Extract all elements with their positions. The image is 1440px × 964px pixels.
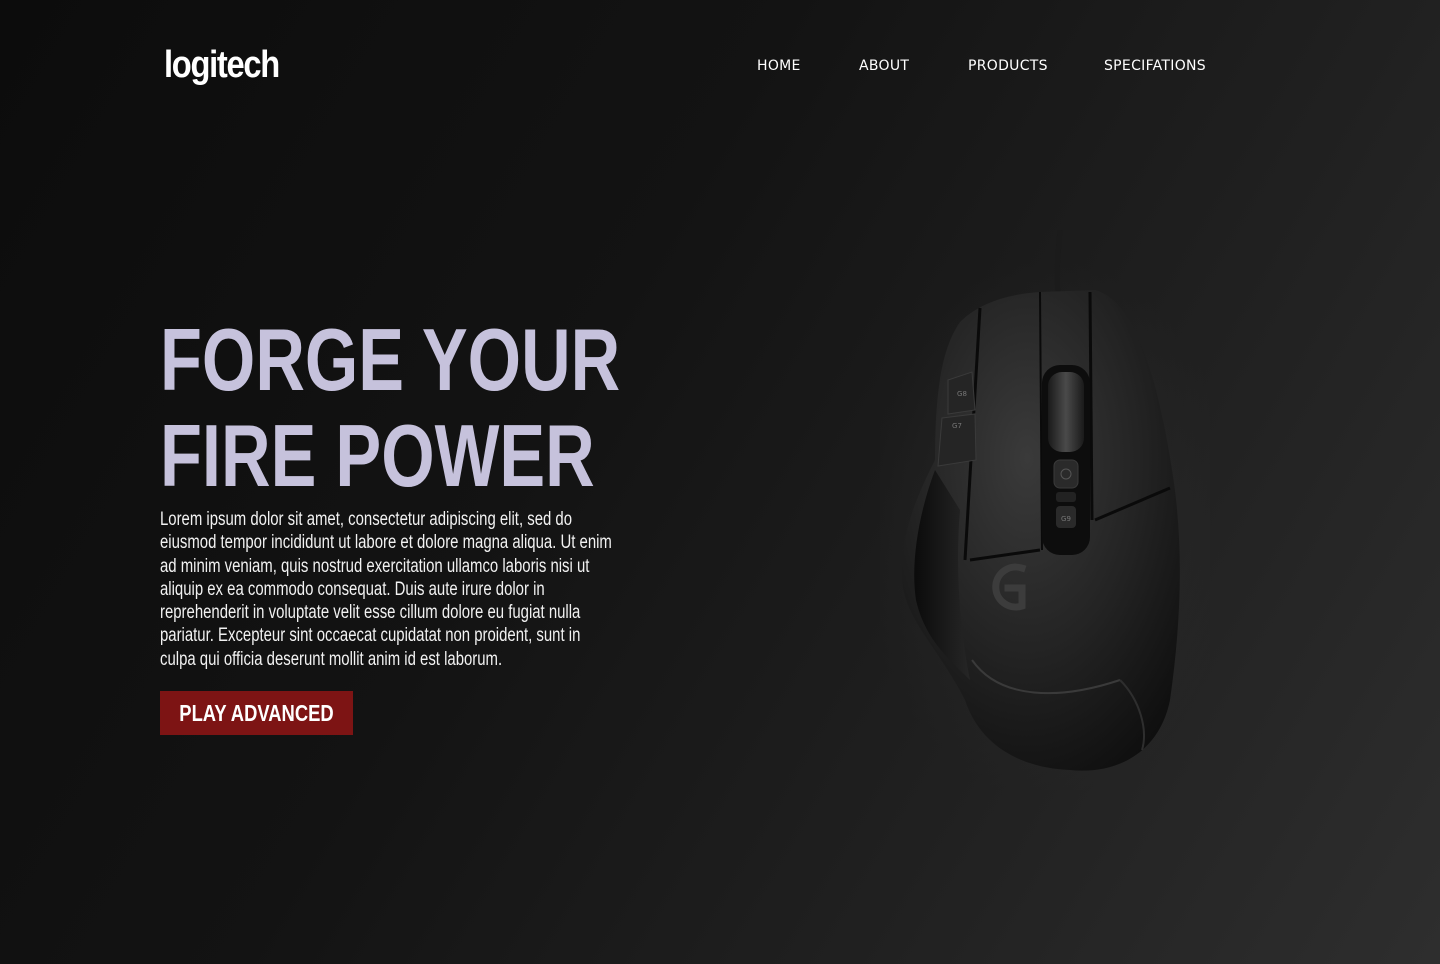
dpi-button [1053,459,1079,489]
mode-button [1056,492,1076,502]
mouse-seam-right [1088,291,1094,521]
g7-label: G7 [952,422,962,430]
play-advanced-label: PLAY ADVANCED [179,699,334,726]
hero-title: FORGE YOUR FIRE POWER [160,312,620,504]
scroll-wheel [1048,372,1084,452]
g9-label: G9 [1061,515,1071,523]
hero-description: Lorem ipsum dolor sit amet, consectetur … [160,509,612,670]
nav-about-link[interactable]: ABOUT [859,56,909,76]
main-nav: HOME ABOUT PRODUCTS SPECIFATIONS [0,56,1440,76]
hero-title-line-1: FORGE YOUR [160,310,621,409]
play-advanced-button[interactable]: PLAY ADVANCED [160,691,353,735]
g8-label: G8 [957,390,967,398]
nav-home-link[interactable]: HOME [757,56,801,76]
gaming-mouse-image: G9 G8 G7 [880,230,1210,790]
nav-products-link[interactable]: PRODUCTS [968,56,1048,76]
hero-title-line-2: FIRE POWER [160,406,595,505]
mouse-cable [1054,230,1063,293]
nav-specifications-link[interactable]: SPECIFATIONS [1104,56,1206,76]
